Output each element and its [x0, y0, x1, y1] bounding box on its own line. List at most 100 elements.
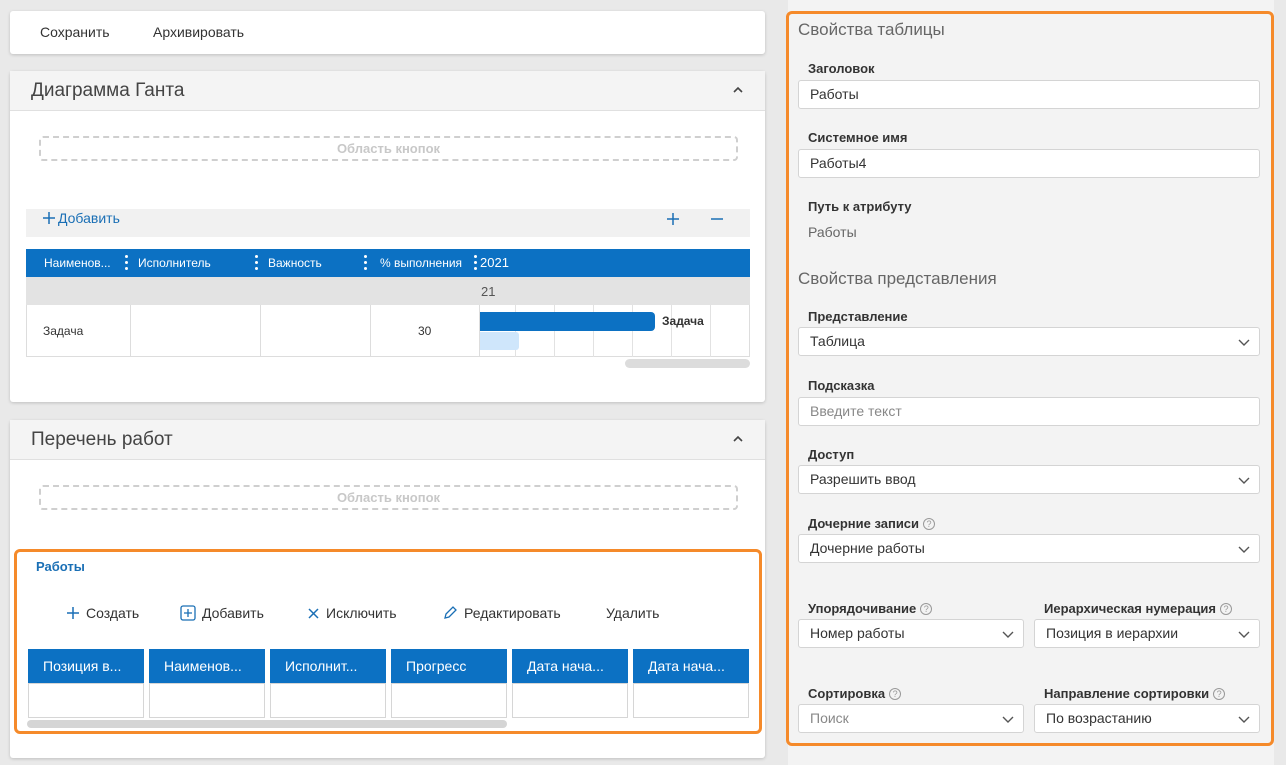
exclude-label: Исключить	[326, 605, 397, 621]
column-header-executor[interactable]: Исполнитель	[138, 249, 211, 277]
access-select[interactable]: Разрешить ввод	[798, 465, 1260, 494]
chevron-down-icon	[1238, 631, 1250, 638]
table-scrollbar[interactable]	[27, 720, 507, 728]
system-name-input[interactable]: Работы4	[798, 149, 1260, 178]
gantt-cell-name: Задача	[26, 305, 131, 357]
zoom-out-icon[interactable]	[710, 212, 724, 226]
gantt-cell-executor	[131, 305, 261, 357]
gantt-add-button[interactable]: Добавить	[42, 210, 120, 226]
gantt-progress-bar	[480, 332, 519, 350]
zoom-in-icon[interactable]	[666, 212, 680, 226]
sort-direction-label: Направление сортировки?	[1044, 686, 1226, 701]
attribute-path-label: Путь к атрибуту	[808, 199, 912, 214]
table-properties-title: Свойства таблицы	[798, 20, 945, 39]
plus-icon	[67, 607, 79, 619]
exclude-button[interactable]: Исключить	[307, 605, 397, 621]
column-header-name[interactable]: Наименов...	[44, 249, 111, 277]
button-area-placeholder: Область кнопок	[39, 485, 738, 510]
sort-direction-select[interactable]: По возрастанию	[1034, 704, 1260, 733]
gantt-cell-importance	[261, 305, 371, 357]
numbering-label-text: Иерархическая нумерация	[1044, 601, 1217, 616]
gantt-add-label: Добавить	[58, 210, 120, 226]
child-records-label-text: Дочерние записи	[808, 516, 920, 531]
column-resize-handle[interactable]	[125, 255, 128, 271]
column-resize-handle[interactable]	[255, 255, 258, 271]
gantt-scrollbar[interactable]	[625, 359, 750, 368]
table-cell[interactable]	[149, 683, 265, 718]
sort-direction-value: По возрастанию	[1046, 710, 1152, 726]
hint-input[interactable]: Введите текст	[798, 397, 1260, 426]
numbering-value: Позиция в иерархии	[1046, 625, 1179, 641]
chevron-up-icon[interactable]	[733, 85, 743, 95]
gantt-section-title: Диаграмма Ганта	[31, 80, 185, 101]
delete-button[interactable]: Удалить	[606, 605, 659, 621]
chevron-down-icon	[1238, 546, 1250, 553]
sorting-label: Сортировка?	[808, 686, 902, 701]
view-properties-title: Свойства представления	[798, 269, 997, 288]
ordering-select[interactable]: Номер работы	[798, 619, 1024, 648]
column-header-progress[interactable]: Прогресс	[391, 649, 507, 683]
save-button[interactable]: Сохранить	[40, 24, 110, 40]
add-box-icon	[180, 605, 196, 621]
edit-label: Редактировать	[464, 605, 561, 621]
table-cell[interactable]	[270, 683, 386, 718]
column-header-start-date[interactable]: Дата нача...	[512, 649, 628, 683]
access-label: Доступ	[808, 447, 855, 462]
sorting-select[interactable]: Поиск	[798, 704, 1024, 733]
gantt-grid-header: Наименов... Исполнитель Важность % выпол…	[26, 249, 750, 277]
column-header-percent[interactable]: % выполнения	[380, 249, 462, 277]
column-header-position[interactable]: Позиция в...	[28, 649, 144, 683]
column-header-start-date-2[interactable]: Дата нача...	[633, 649, 749, 683]
chevron-down-icon	[1002, 631, 1014, 638]
numbering-select[interactable]: Позиция в иерархии	[1034, 619, 1260, 648]
child-records-select[interactable]: Дочерние работы	[798, 534, 1260, 563]
access-select-value: Разрешить ввод	[810, 471, 916, 487]
table-cell[interactable]	[633, 683, 749, 718]
archive-button[interactable]: Архивировать	[153, 24, 244, 40]
ordering-value: Номер работы	[810, 625, 905, 641]
button-area-placeholder: Область кнопок	[39, 136, 738, 161]
ordering-label-text: Упорядочивание	[808, 601, 917, 616]
ordering-label: Упорядочивание?	[808, 601, 933, 616]
chevron-down-icon	[1238, 477, 1250, 484]
help-icon[interactable]: ?	[889, 688, 902, 700]
gantt-toolbar	[26, 209, 750, 237]
heading-input[interactable]: Работы	[798, 80, 1260, 109]
attribute-path-value: Работы	[808, 224, 857, 240]
column-header-executor[interactable]: Исполнит...	[270, 649, 386, 683]
child-records-label: Дочерние записи?	[808, 516, 936, 531]
table-cell[interactable]	[512, 683, 628, 718]
timeline-year: 2021	[480, 255, 509, 270]
gantt-subheader: 21	[26, 277, 750, 305]
column-header-name[interactable]: Наименов...	[149, 649, 265, 683]
help-icon[interactable]: ?	[1220, 603, 1233, 615]
help-icon[interactable]: ?	[923, 518, 936, 530]
sorting-placeholder: Поиск	[810, 710, 849, 726]
plus-icon	[43, 212, 55, 224]
pencil-icon	[444, 606, 457, 619]
add-button[interactable]: Добавить	[180, 605, 264, 621]
gantt-task-name: Задача	[43, 324, 84, 338]
works-section-header[interactable]: Перечень работ	[10, 420, 765, 460]
gantt-section: Диаграмма Ганта Область кнопок Добавить …	[10, 71, 765, 402]
table-cell[interactable]	[28, 683, 144, 718]
table-cell[interactable]	[391, 683, 507, 718]
create-label: Создать	[86, 605, 140, 621]
view-select[interactable]: Таблица	[798, 327, 1260, 356]
numbering-label: Иерархическая нумерация?	[1044, 601, 1233, 616]
help-icon[interactable]: ?	[1213, 688, 1226, 700]
edit-button[interactable]: Редактировать	[442, 605, 561, 621]
column-resize-handle[interactable]	[364, 255, 367, 271]
works-section-title: Перечень работ	[31, 429, 173, 450]
help-icon[interactable]: ?	[920, 603, 933, 615]
chevron-down-icon	[1238, 339, 1250, 346]
sort-direction-label-text: Направление сортировки	[1044, 686, 1210, 701]
child-records-value: Дочерние работы	[810, 540, 925, 556]
gantt-task-bar[interactable]	[480, 312, 655, 331]
create-button[interactable]: Создать	[66, 605, 139, 621]
column-resize-handle[interactable]	[474, 255, 477, 271]
gantt-section-header[interactable]: Диаграмма Ганта	[10, 71, 765, 111]
column-header-importance[interactable]: Важность	[268, 249, 322, 277]
gantt-cell-percent: 30	[371, 305, 480, 357]
chevron-up-icon[interactable]	[733, 434, 743, 444]
